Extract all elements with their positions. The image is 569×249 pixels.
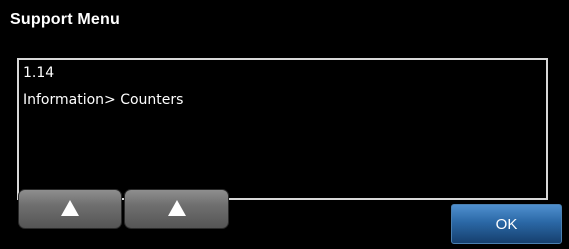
scroll-up-button-secondary[interactable] xyxy=(124,189,229,229)
message-line-path: Information> Counters xyxy=(23,92,184,108)
ok-button[interactable]: OK xyxy=(451,204,562,244)
message-panel: 1.14 Information> Counters xyxy=(17,58,548,200)
scroll-up-button[interactable] xyxy=(18,189,122,229)
triangle-up-icon xyxy=(167,200,186,216)
ok-button-label: OK xyxy=(495,215,518,233)
message-line-version: 1.14 xyxy=(23,65,55,81)
window-title: Support Menu xyxy=(10,11,120,28)
triangle-up-icon xyxy=(61,200,79,216)
